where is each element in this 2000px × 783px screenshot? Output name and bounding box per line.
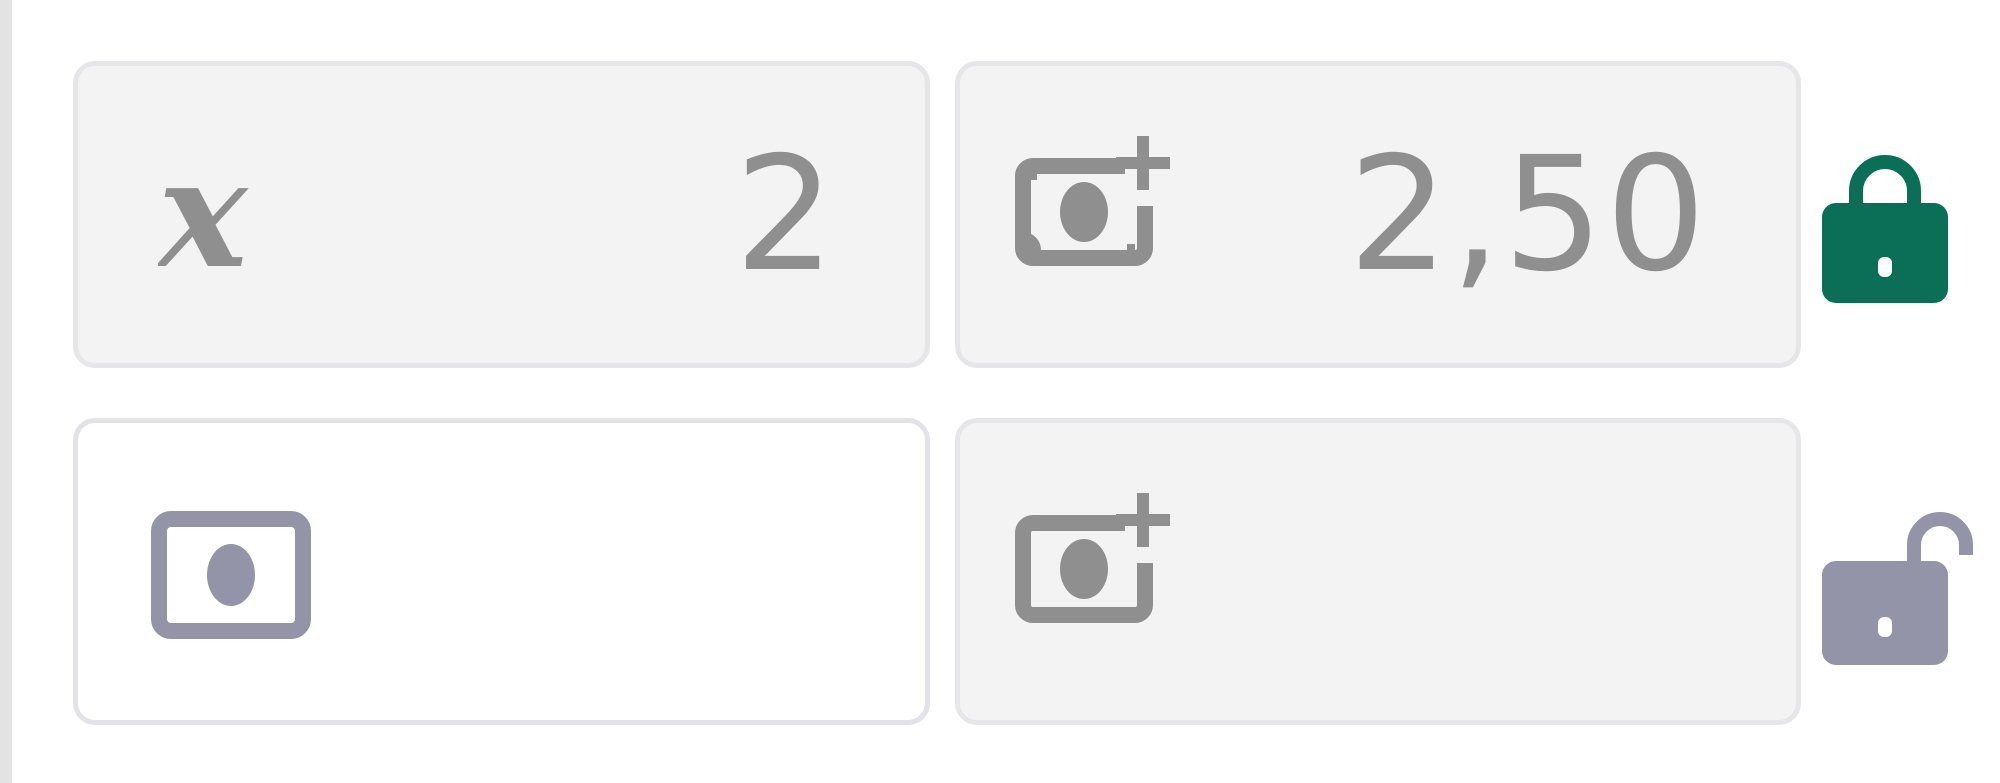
quantity-value: 2 (734, 122, 837, 307)
panel-left-border (0, 0, 12, 783)
lock-open-icon[interactable] (1820, 503, 1990, 668)
money-add-icon (1015, 136, 1175, 296)
unit-price-field[interactable]: 2,50 (955, 61, 1801, 368)
lock-closed-icon[interactable] (1820, 147, 1950, 307)
unit-price-field[interactable] (955, 418, 1801, 725)
svg-text:x: x (158, 158, 249, 278)
price-field[interactable] (73, 418, 930, 725)
unit-price-value: 2,50 (1348, 122, 1708, 307)
money-icon (151, 511, 311, 641)
multiply-x-icon: x (158, 158, 308, 278)
money-add-icon (1015, 493, 1175, 653)
quantity-field[interactable]: x 2 (73, 61, 930, 368)
